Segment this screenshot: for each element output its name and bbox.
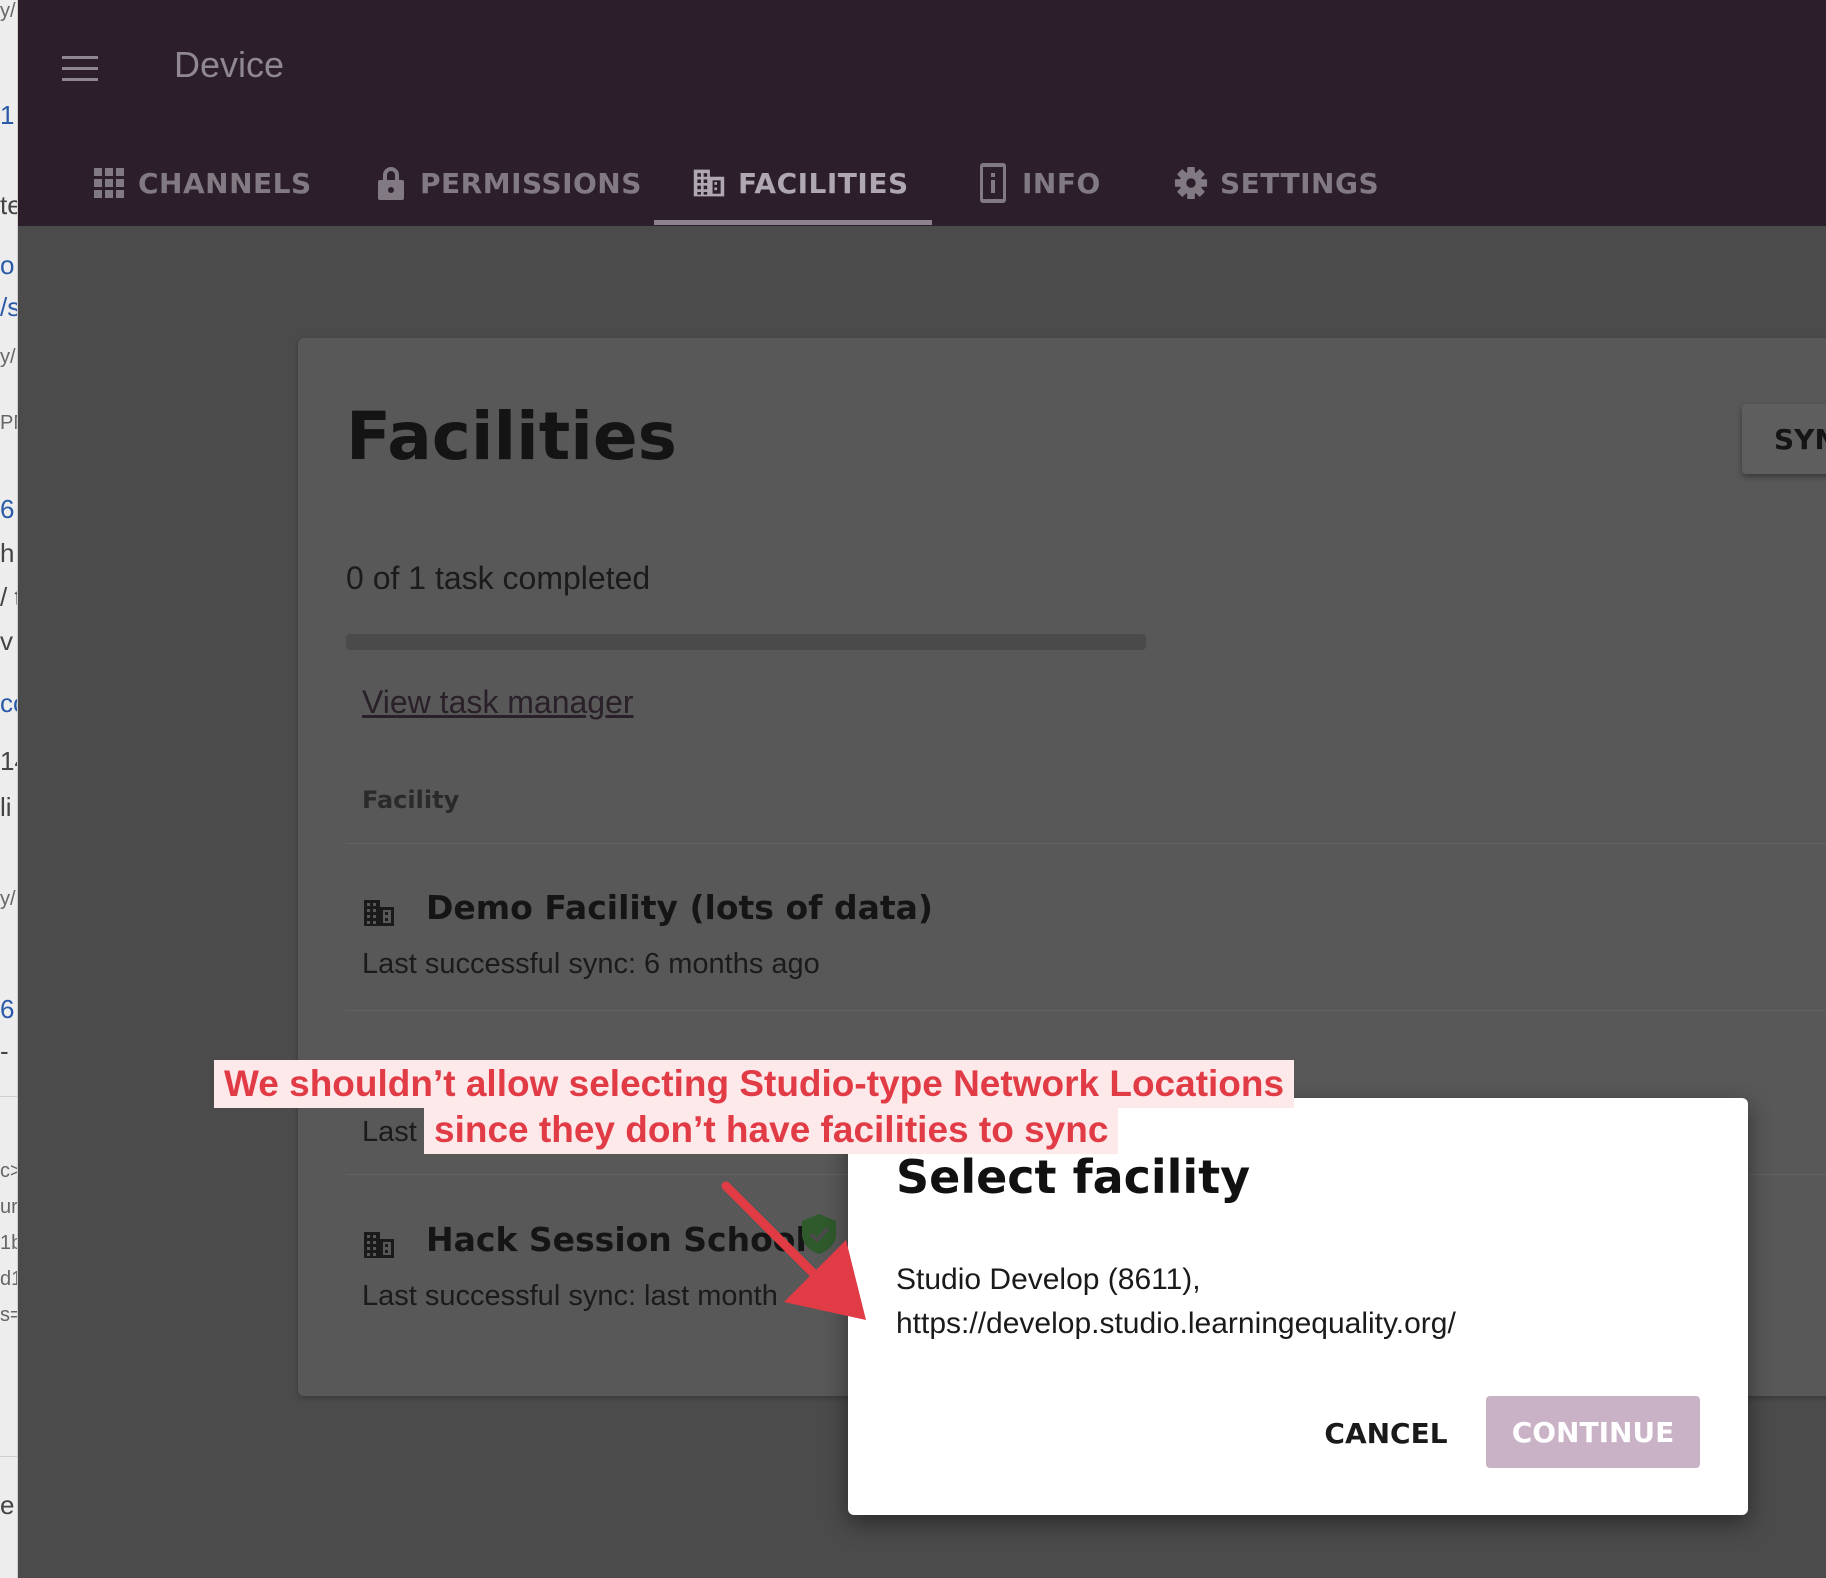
left-window-strip: y/ 1 te o /s y/ PM 6 h / t v co 14 li y/…	[0, 0, 18, 1578]
shield-check-icon	[798, 1212, 840, 1256]
strip-text: o	[0, 250, 15, 280]
gear-icon	[1174, 166, 1208, 200]
strip-text: PM	[0, 412, 17, 434]
annotation-line-2: since they don’t have facilities to sync	[424, 1106, 1119, 1154]
strip-text: / t	[0, 582, 17, 612]
tab-label: SETTINGS	[1220, 166, 1380, 200]
facility-last-sync: Last successful sync: 6 months ago	[362, 948, 820, 980]
strip-text: s=	[0, 1304, 17, 1326]
app-bar: Device CHANNELS PERMISSIONS FACILITIES I…	[18, 0, 1826, 226]
building-icon	[362, 1230, 396, 1264]
tab-label: PERMISSIONS	[420, 166, 642, 200]
tab-label: CHANNELS	[138, 166, 312, 200]
facility-last-sync: Last successful sync: last month	[362, 1280, 778, 1312]
strip-text: te	[0, 190, 17, 220]
cancel-button[interactable]: CANCEL	[1286, 1398, 1486, 1468]
app-title: Device	[174, 44, 285, 85]
select-facility-dialog: Select facility Studio Develop (8611), h…	[848, 1098, 1748, 1515]
tab-permissions[interactable]: PERMISSIONS	[374, 140, 642, 226]
strip-text: 6	[0, 494, 15, 524]
strip-text: li	[0, 792, 12, 822]
task-progress-bar	[346, 634, 1146, 650]
active-tab-indicator	[654, 220, 932, 225]
row-divider	[346, 843, 1826, 844]
info-icon	[976, 163, 1010, 203]
network-location-option[interactable]: Studio Develop (8611), https://develop.s…	[896, 1258, 1456, 1346]
strip-text: h	[0, 538, 15, 568]
strip-text: y/	[0, 346, 16, 368]
strip-text: ur	[0, 1196, 18, 1218]
location-name: Studio Develop (8611),	[896, 1263, 1201, 1296]
strip-text: d1	[0, 1268, 17, 1290]
strip-text: c>	[0, 1160, 17, 1182]
strip-text: 1	[0, 100, 15, 130]
task-status-text: 0 of 1 task completed	[346, 560, 651, 596]
facility-row[interactable]: Demo Facility (lots of data) Last succes…	[362, 882, 1562, 1002]
tab-label: FACILITIES	[738, 166, 909, 200]
tab-facilities[interactable]: FACILITIES	[692, 140, 909, 226]
facility-last-sync: Last	[362, 1116, 417, 1148]
strip-text: e	[0, 1490, 15, 1520]
strip-text: y/	[0, 0, 16, 22]
lock-icon	[374, 166, 408, 200]
strip-text: 1b	[0, 1232, 17, 1254]
grid-icon	[92, 166, 126, 200]
location-url: https://develop.studio.learningequality.…	[896, 1307, 1456, 1340]
view-task-manager-link[interactable]: View task manager	[362, 684, 634, 721]
strip-divider	[0, 1456, 17, 1457]
device-tabs: CHANNELS PERMISSIONS FACILITIES INFO SET…	[18, 140, 1826, 226]
sync-button[interactable]: SYNC	[1742, 404, 1826, 474]
tab-channels[interactable]: CHANNELS	[92, 140, 312, 226]
strip-text: v	[0, 626, 13, 656]
dialog-title: Select facility	[896, 1150, 1251, 1204]
hamburger-menu-icon[interactable]	[60, 50, 100, 86]
strip-text: y/	[0, 888, 16, 910]
tab-settings[interactable]: SETTINGS	[1174, 140, 1379, 226]
strip-text: 14	[0, 746, 17, 776]
facility-name: Hack Session School	[426, 1220, 807, 1259]
building-icon	[692, 166, 726, 200]
page-title: Facilities	[346, 398, 677, 475]
facility-column-header: Facility	[362, 786, 460, 814]
strip-divider	[0, 1096, 17, 1097]
tab-info[interactable]: INFO	[976, 140, 1101, 226]
tab-label: INFO	[1022, 166, 1101, 200]
strip-text: 6	[0, 994, 15, 1024]
continue-button[interactable]: CONTINUE	[1486, 1396, 1700, 1468]
strip-text: /s	[0, 292, 17, 322]
facility-name: Demo Facility (lots of data)	[426, 888, 933, 927]
strip-text: -	[0, 1036, 9, 1066]
row-divider	[346, 1010, 1826, 1011]
building-icon	[362, 898, 396, 932]
strip-text: co	[0, 688, 17, 718]
annotation-line-1: We shouldn’t allow selecting Studio-type…	[214, 1060, 1295, 1108]
